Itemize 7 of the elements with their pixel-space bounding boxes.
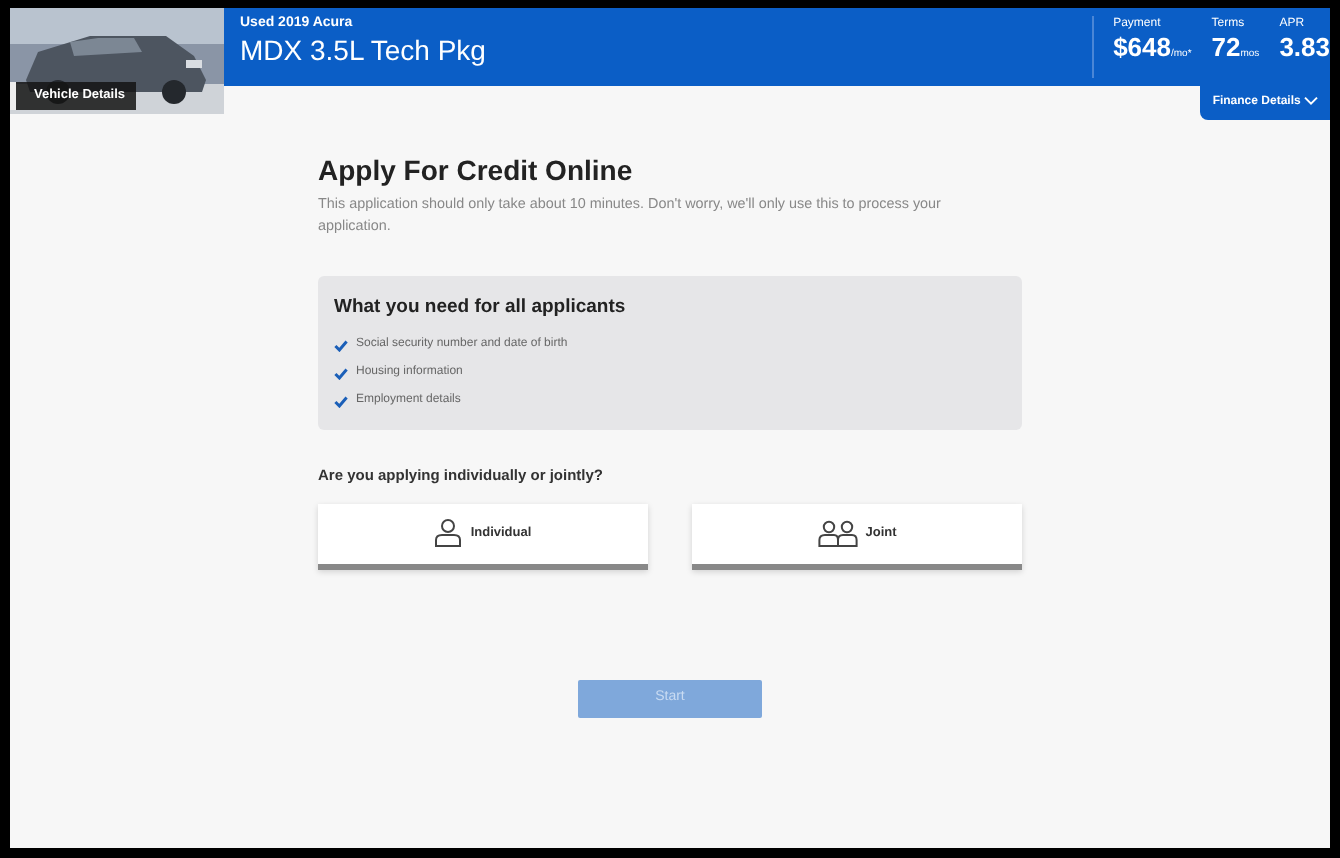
person-icon [434,518,463,549]
stat-value: 3.83 [1279,34,1330,60]
requirements-heading: What you need for all applicants [334,294,628,323]
people-icon [817,519,858,548]
page-title: Apply For Credit Online [318,154,635,188]
vehicle-title: MDX 3.5L Tech Pkg [240,35,486,66]
chevron-down-icon [1304,95,1318,106]
